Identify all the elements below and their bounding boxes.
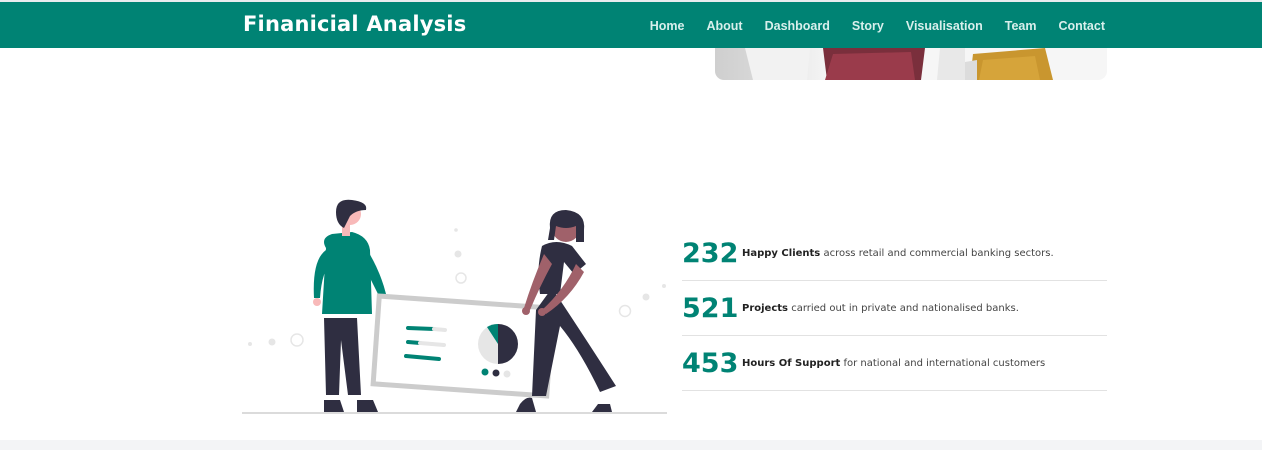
footer-divider (0, 440, 1262, 450)
navbar: Finanicial Analysis Home About Dashboard… (0, 2, 1262, 48)
nav-about[interactable]: About (706, 19, 742, 33)
stat-number: 453 (682, 347, 739, 379)
nav-dashboard[interactable]: Dashboard (765, 19, 830, 33)
stat-description: carried out in private and nationalised … (791, 302, 1019, 314)
stat-row: 453 Hours Of Support for national and in… (682, 336, 1107, 391)
brand-title[interactable]: Finanicial Analysis (243, 12, 466, 36)
stat-text: Projects carried out in private and nati… (742, 303, 1019, 314)
nav-contact[interactable]: Contact (1058, 19, 1105, 33)
stat-description: across retail and commercial banking sec… (823, 247, 1054, 259)
stat-row: 521 Projects carried out in private and … (682, 281, 1107, 336)
nav-visualisation[interactable]: Visualisation (906, 19, 983, 33)
stat-number: 232 (682, 237, 739, 269)
team-illustration (242, 199, 667, 414)
stats-list: 232 Happy Clients across retail and comm… (682, 226, 1107, 391)
stat-label: Projects (742, 302, 789, 314)
main-nav: Home About Dashboard Story Visualisation… (650, 19, 1105, 33)
stat-number: 521 (682, 292, 739, 324)
nav-story[interactable]: Story (852, 19, 884, 33)
team-photo-art (745, 48, 1053, 80)
stat-label: Hours Of Support (742, 357, 841, 369)
stat-description: for national and international customers (843, 357, 1046, 369)
stat-row: 232 Happy Clients across retail and comm… (682, 226, 1107, 281)
stat-text: Happy Clients across retail and commerci… (742, 248, 1054, 259)
team-photo (715, 48, 1107, 80)
stat-label: Happy Clients (742, 247, 821, 259)
nav-team[interactable]: Team (1005, 19, 1037, 33)
stat-text: Hours Of Support for national and intern… (742, 358, 1045, 369)
nav-home[interactable]: Home (650, 19, 685, 33)
